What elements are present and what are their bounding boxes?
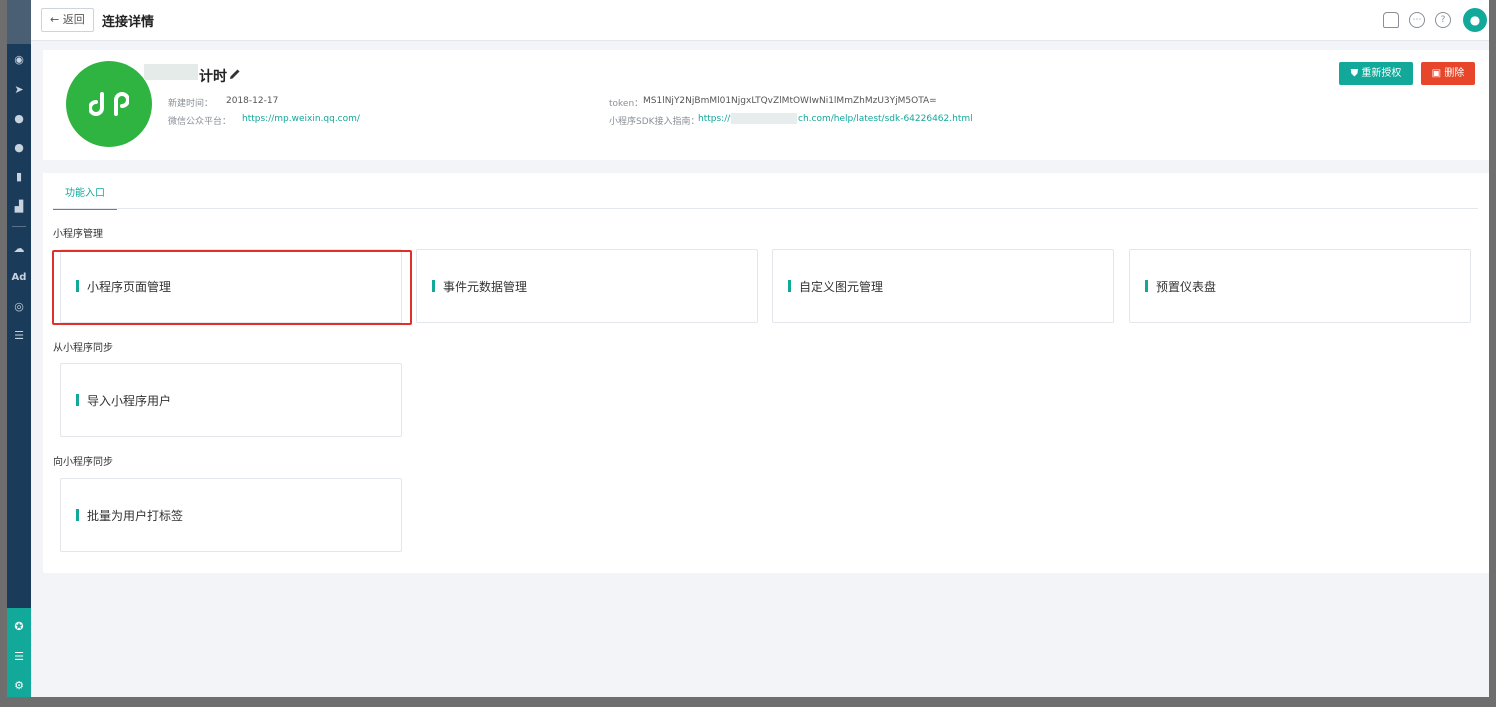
topbar: ← 返回 连接详情 ⋯ ? ● — [31, 0, 1489, 41]
avatar-icon[interactable]: ● — [1463, 8, 1487, 32]
feature-card-label: 事件元数据管理 — [443, 280, 528, 294]
token-label: token： — [609, 99, 644, 109]
gear-icon[interactable]: ⚙ — [10, 678, 28, 694]
feature-card[interactable]: 批量为用户打标签 — [60, 478, 402, 552]
back-button[interactable]: ← 返回 — [41, 8, 94, 32]
page-title: 连接详情 — [102, 15, 155, 30]
section-title: 小程序管理 — [53, 229, 103, 240]
play-circle-icon[interactable]: ◎ — [10, 299, 28, 315]
feature-card-label: 自定义图元管理 — [799, 280, 884, 294]
edit-icon[interactable] — [229, 68, 241, 80]
token-value: MS1lNjY2NjBmMl01NjgxLTQvZlMtOWIwNi1lMmZh… — [643, 96, 937, 106]
bell-icon[interactable] — [1383, 12, 1399, 28]
bookmark-icon[interactable]: ▮ — [10, 169, 28, 185]
trash-icon: ▣ — [1431, 68, 1442, 79]
sidebar-bottom: ✪ ☰ ⚙ — [7, 608, 31, 697]
sdk-label: 小程序SDK接入指南： — [609, 117, 700, 127]
card-accent-bar — [788, 280, 791, 292]
server-icon[interactable]: ☰ — [10, 649, 28, 665]
miniprogram-logo — [66, 61, 152, 147]
selection-highlight — [52, 250, 412, 325]
sidebar-divider — [12, 226, 26, 227]
dashboard-icon[interactable]: ◉ — [10, 52, 28, 68]
feature-card-label: 导入小程序用户 — [87, 394, 172, 408]
feature-card[interactable]: 事件元数据管理 — [416, 249, 758, 323]
sdk-link-end[interactable]: ch.com/help/latest/sdk-64226462.html — [798, 114, 973, 124]
miniprogram-icon — [89, 92, 129, 116]
feature-card[interactable]: 导入小程序用户 — [60, 363, 402, 437]
hub-icon[interactable]: ✪ — [10, 619, 28, 635]
wechat-link[interactable]: https://mp.weixin.qq.com/ — [242, 114, 360, 124]
help-icon[interactable]: ? — [1435, 12, 1451, 28]
sidebar-logo — [7, 0, 31, 44]
main-area: ← 返回 连接详情 ⋯ ? ● 计时 新建时间： 2018-12-17 微信公众… — [31, 0, 1489, 697]
chat-icon[interactable]: ⋯ — [1409, 12, 1425, 28]
created-value: 2018-12-17 — [226, 96, 279, 106]
created-label: 新建时间： — [168, 99, 214, 109]
card-accent-bar — [432, 280, 435, 292]
feature-card[interactable]: 预置仪表盘 — [1129, 249, 1471, 323]
redacted-name — [144, 64, 198, 80]
sidebar: ◉ ➤ ● ● ▮ ▟ ☁ Ad ◎ ☰ ✪ ☰ ⚙ — [7, 0, 31, 697]
section-title: 从小程序同步 — [53, 343, 113, 354]
reauthorize-label: 重新授权 — [1361, 68, 1402, 79]
card-accent-bar — [76, 394, 79, 406]
feature-card-label: 预置仪表盘 — [1156, 280, 1217, 294]
shield-icon: ⛊ — [1350, 68, 1359, 79]
app-name: 计时 — [199, 69, 227, 85]
wechat-icon[interactable]: ☁ — [10, 241, 28, 257]
function-card: 功能入口 小程序管理 小程序页面管理 事件元数据管理 自定义图元管理 预置仪表盘… — [43, 173, 1489, 573]
feature-card[interactable]: 自定义图元管理 — [772, 249, 1114, 323]
card-accent-bar — [76, 509, 79, 521]
feature-card-label: 批量为用户打标签 — [87, 509, 184, 523]
redacted-url — [731, 113, 797, 124]
send-icon[interactable]: ➤ — [10, 82, 28, 98]
list-icon[interactable]: ☰ — [10, 328, 28, 344]
tab-divider — [53, 208, 1478, 209]
card-accent-bar — [1145, 280, 1148, 292]
bar-chart-icon[interactable]: ▟ — [10, 199, 28, 215]
delete-button[interactable]: ▣ 删除 — [1421, 62, 1475, 85]
wechat-label: 微信公众平台： — [168, 117, 232, 127]
delete-label: 删除 — [1444, 68, 1465, 79]
ad-icon[interactable]: Ad — [10, 270, 28, 286]
tab-function-entry[interactable]: 功能入口 — [53, 187, 117, 210]
reauthorize-button[interactable]: ⛊ 重新授权 — [1339, 62, 1413, 85]
app-info-card: 计时 新建时间： 2018-12-17 微信公众平台： https://mp.w… — [43, 50, 1489, 160]
section-title: 向小程序同步 — [53, 457, 113, 468]
users-icon[interactable]: ● — [10, 140, 28, 156]
user-icon[interactable]: ● — [10, 111, 28, 127]
